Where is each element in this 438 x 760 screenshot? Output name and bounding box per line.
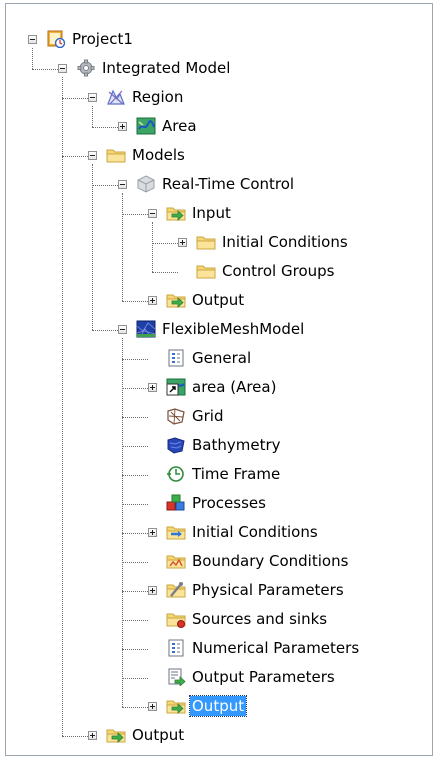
grid-icon — [166, 407, 186, 425]
tree-node-label[interactable]: Control Groups — [220, 261, 336, 281]
tree-node-im-output[interactable]: Output — [0, 723, 430, 749]
tree-node-label[interactable]: Models — [130, 145, 187, 165]
expand-toggle-fm-physical-parameters[interactable] — [148, 586, 157, 595]
collapse-toggle-flexible-mesh-model[interactable] — [118, 325, 127, 334]
tree-node-label[interactable]: Sources and sinks — [190, 609, 329, 629]
tree-node-label[interactable]: Output Parameters — [190, 667, 337, 687]
tree-node-fm-initial-conditions[interactable]: Initial Conditions — [0, 520, 430, 546]
gear-icon — [76, 59, 96, 77]
tree-node-region[interactable]: Region — [0, 85, 430, 111]
tree-node-rtc-input[interactable]: Input — [0, 201, 430, 227]
physical-parameters-icon — [166, 581, 186, 599]
tree-node-fm-time-frame[interactable]: Time Frame — [0, 462, 430, 488]
tree-node-label[interactable]: Grid — [190, 406, 225, 426]
collapse-toggle-rtc-input[interactable] — [148, 209, 157, 218]
tree-node-real-time-control[interactable]: Real-Time Control — [0, 172, 430, 198]
properties-icon — [166, 349, 186, 367]
tree-node-fm-general[interactable]: General — [0, 346, 430, 372]
properties-icon — [166, 639, 186, 657]
folder-icon — [106, 146, 126, 164]
boundary-conditions-icon — [166, 552, 186, 570]
tree-node-fm-grid[interactable]: Grid — [0, 404, 430, 430]
area-map-icon — [136, 117, 156, 135]
tree-node-fm-numerical-parameters[interactable]: Numerical Parameters — [0, 636, 430, 662]
tree-node-project1[interactable]: Project1 — [0, 27, 430, 53]
mesh-model-icon — [136, 320, 156, 338]
tree-node-label[interactable]: Initial Conditions — [220, 232, 350, 252]
collapse-toggle-project1[interactable] — [28, 35, 37, 44]
expand-toggle-area[interactable] — [118, 122, 127, 131]
tree-node-flexible-mesh-model[interactable]: FlexibleMeshModel — [0, 317, 430, 343]
output-folder-icon — [166, 291, 186, 309]
expand-toggle-rtc-initial-conditions[interactable] — [178, 238, 187, 247]
tree-node-rtc-control-groups[interactable]: Control Groups — [0, 259, 430, 285]
initial-conditions-icon — [166, 523, 186, 541]
tree-node-integrated-model[interactable]: Integrated Model — [0, 56, 430, 82]
collapse-toggle-region[interactable] — [88, 93, 97, 102]
collapse-toggle-integrated-model[interactable] — [58, 64, 67, 73]
tree-node-label[interactable]: Integrated Model — [100, 58, 232, 78]
tree-node-label[interactable]: FlexibleMeshModel — [160, 319, 306, 339]
clock-icon — [166, 465, 186, 483]
tree-node-fm-output[interactable]: Output — [0, 694, 430, 720]
collapse-toggle-real-time-control[interactable] — [118, 180, 127, 189]
tree-node-fm-area[interactable]: area (Area) — [0, 375, 430, 401]
output-parameters-icon — [166, 668, 186, 687]
tree-node-rtc-output[interactable]: Output — [0, 288, 430, 314]
collapse-toggle-models[interactable] — [88, 151, 97, 160]
output-folder-icon — [166, 697, 186, 715]
tree-node-fm-boundary-conditions[interactable]: Boundary Conditions — [0, 549, 430, 575]
tree-node-models[interactable]: Models — [0, 143, 430, 169]
tree-node-label[interactable]: area (Area) — [190, 377, 278, 397]
tree-node-label[interactable]: Output — [190, 290, 246, 310]
tree-node-fm-bathymetry[interactable]: Bathymetry — [0, 433, 430, 459]
tree-node-fm-sources-and-sinks[interactable]: Sources and sinks — [0, 607, 430, 633]
tree-node-label[interactable]: Time Frame — [190, 464, 282, 484]
region-icon — [106, 88, 126, 106]
sources-sinks-icon — [166, 610, 186, 628]
tree-node-label[interactable]: Initial Conditions — [190, 522, 320, 542]
tree-node-rtc-initial-conditions[interactable]: Initial Conditions — [0, 230, 430, 256]
tree-node-label[interactable]: Bathymetry — [190, 435, 283, 455]
tree-node-label[interactable]: Region — [130, 87, 185, 107]
tree-node-label[interactable]: Boundary Conditions — [190, 551, 350, 571]
folder-icon — [196, 262, 216, 280]
tree-node-fm-output-parameters[interactable]: Output Parameters — [0, 665, 430, 691]
folder-icon — [196, 233, 216, 251]
tree-node-label[interactable]: Area — [160, 116, 199, 136]
tree-node-label[interactable]: Project1 — [70, 29, 135, 49]
tree-node-label[interactable]: Real-Time Control — [160, 174, 296, 194]
tree-node-area[interactable]: Area — [0, 114, 430, 140]
tree-node-label[interactable]: Input — [190, 203, 233, 223]
tree-node-label[interactable]: Output — [188, 695, 248, 717]
expand-toggle-fm-initial-conditions[interactable] — [148, 528, 157, 537]
expand-toggle-fm-area[interactable] — [148, 383, 157, 392]
expand-toggle-im-output[interactable] — [88, 731, 97, 740]
expand-toggle-rtc-output[interactable] — [148, 296, 157, 305]
input-folder-icon — [166, 204, 186, 222]
tree-node-fm-physical-parameters[interactable]: Physical Parameters — [0, 578, 430, 604]
rtc-cube-icon — [136, 175, 156, 193]
bathymetry-icon — [166, 436, 186, 454]
tree-node-label[interactable]: Processes — [190, 493, 268, 513]
processes-icon — [166, 494, 186, 512]
tree-node-label[interactable]: Physical Parameters — [190, 580, 346, 600]
project-tree[interactable]: Project1 Integrated Model Region Area Models… — [0, 0, 438, 760]
tree-node-fm-processes[interactable]: Processes — [0, 491, 430, 517]
project-icon — [46, 30, 66, 49]
expand-toggle-fm-output[interactable] — [148, 702, 157, 711]
output-folder-icon — [106, 726, 126, 744]
tree-node-label[interactable]: Output — [130, 725, 186, 745]
tree-node-label[interactable]: General — [190, 348, 253, 368]
tree-node-label[interactable]: Numerical Parameters — [190, 638, 361, 658]
area-link-icon — [166, 378, 186, 396]
